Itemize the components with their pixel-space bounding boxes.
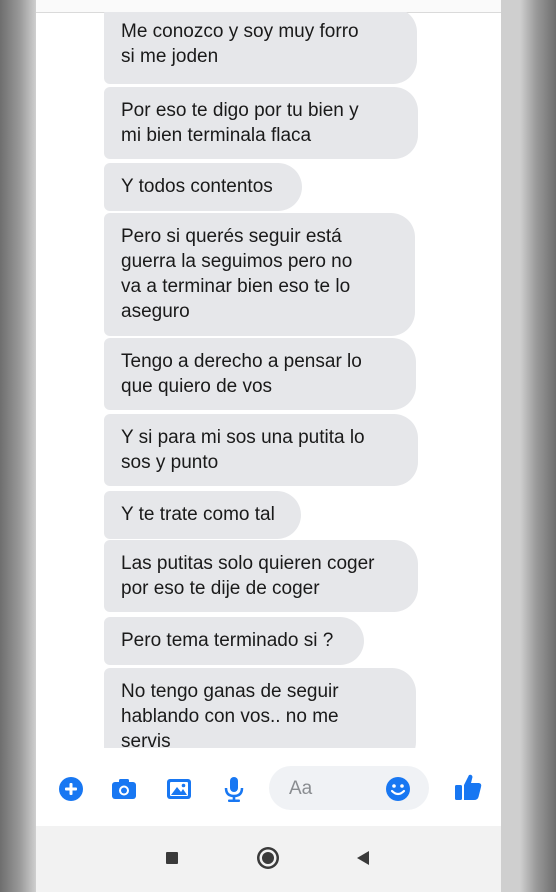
home-icon[interactable] [253,843,283,873]
message-bubble[interactable]: Y todos contentos [104,163,302,211]
camera-icon[interactable] [109,774,139,804]
message-list[interactable]: Me conozco y soy muy forro si me joden P… [36,12,501,748]
message-composer: Aa [36,750,501,826]
message-input-placeholder: Aa [289,778,313,799]
system-navigation-bar [36,826,501,892]
back-icon[interactable] [348,843,378,873]
phone-screen: Me conozco y soy muy forro si me joden P… [36,0,501,892]
message-bubble[interactable]: Las putitas solo quieren coger por eso t… [104,540,418,612]
message-bubble[interactable]: Y te trate como tal [104,491,301,539]
message-bubble[interactable]: Pero tema terminado si ? [104,617,364,665]
message-bubble[interactable]: Me conozco y soy muy forro si me joden [104,12,417,84]
microphone-icon[interactable] [219,774,249,804]
message-bubble[interactable]: Tengo a derecho a pensar lo que quiero d… [104,338,416,410]
message-bubble[interactable]: No tengo ganas de seguir hablando con vo… [104,668,416,748]
message-bubble[interactable]: Pero si querés seguir está guerra la seg… [104,213,415,336]
thumbs-up-icon[interactable] [452,771,484,803]
plus-icon[interactable] [56,774,86,804]
message-bubble[interactable]: Y si para mi sos una putita lo sos y pun… [104,414,418,486]
message-bubble[interactable]: Por eso te digo por tu bien y mi bien te… [104,87,418,159]
image-icon[interactable] [164,774,194,804]
emoji-icon[interactable] [383,774,413,804]
recent-apps-icon[interactable] [157,843,187,873]
